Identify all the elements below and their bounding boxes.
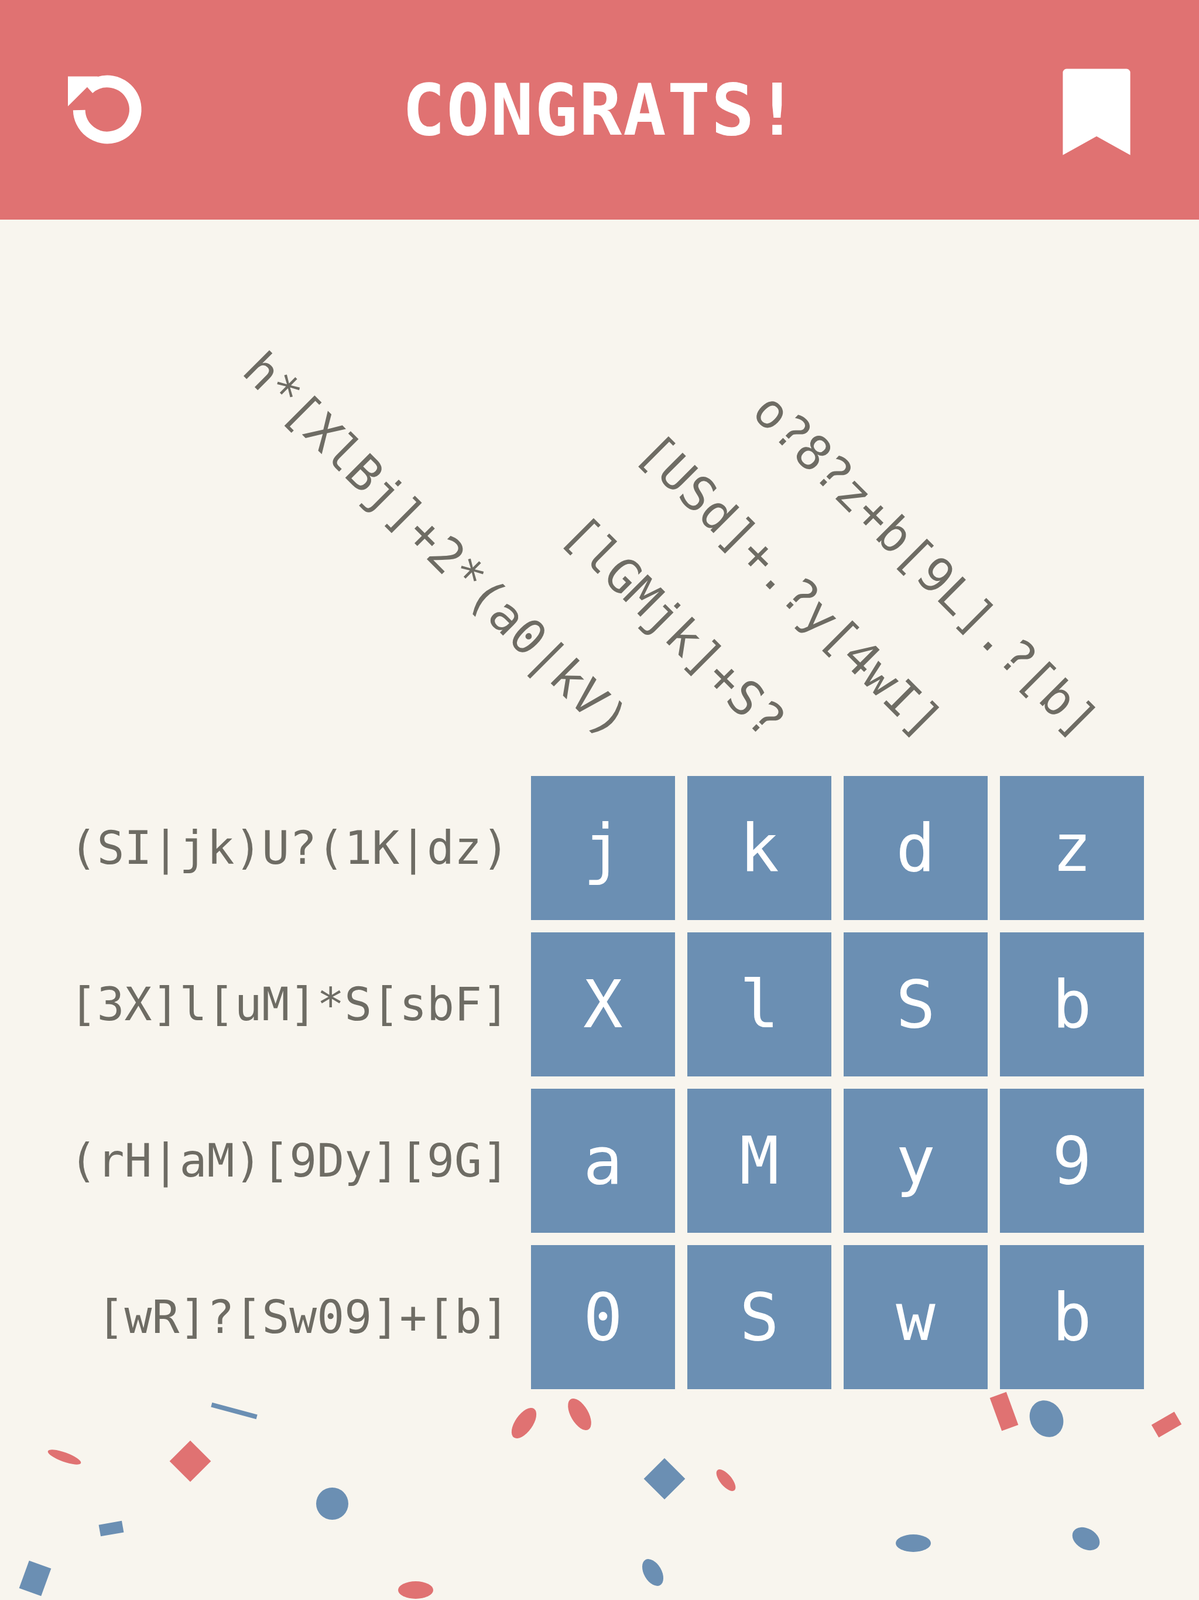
row-clue: (rH|aM)[9Dy][9G] xyxy=(0,1088,519,1233)
confetti-piece xyxy=(713,1465,739,1494)
confetti-piece xyxy=(210,1402,258,1419)
confetti-piece xyxy=(563,1394,596,1434)
confetti-piece xyxy=(506,1403,542,1442)
confetti-piece xyxy=(638,1554,668,1589)
grid-cell[interactable]: X xyxy=(531,932,676,1077)
grid-cell[interactable]: l xyxy=(687,932,832,1077)
puzzle-board: h*[XlBj]+2*(a0|kV)[lGMjk]+S?[USd]+.?y[4w… xyxy=(0,219,1199,1389)
confetti-piece xyxy=(643,1457,686,1500)
title: CONGRATS! xyxy=(402,68,800,152)
confetti-piece xyxy=(316,1487,349,1520)
row-clue: [wR]?[Sw09]+[b] xyxy=(0,1244,519,1389)
grid-cell[interactable]: j xyxy=(531,775,676,920)
confetti-piece xyxy=(98,1520,125,1537)
column-clue: [USd]+.?y[4wI] xyxy=(629,425,950,746)
row-clue: (SI|jk)U?(1K|dz) xyxy=(0,775,519,920)
column-clue-slot: h*[XlBj]+2*(a0|kV) xyxy=(531,219,676,764)
confetti-piece xyxy=(46,1446,83,1468)
grid-cell[interactable]: a xyxy=(531,1088,676,1233)
grid-cell[interactable]: y xyxy=(843,1088,988,1233)
confetti-piece xyxy=(1022,1393,1070,1444)
grid-cell[interactable]: S xyxy=(687,1244,832,1389)
confetti-piece xyxy=(895,1533,931,1552)
puzzle-page: CONGRATS! h*[XlBj]+2*(a0|kV)[lGMjk]+S?[U… xyxy=(0,0,1199,1600)
grid-cell[interactable]: z xyxy=(999,775,1144,920)
grid-cell[interactable]: S xyxy=(843,932,988,1077)
row-clue: [3X]l[uM]*S[sbF] xyxy=(0,932,519,1077)
restart-button[interactable] xyxy=(55,60,156,160)
grid-cell[interactable]: M xyxy=(687,1088,832,1233)
grid-cell[interactable]: 0 xyxy=(531,1244,676,1389)
bookmark-button[interactable] xyxy=(1046,60,1147,160)
grid-cell[interactable]: k xyxy=(687,775,832,920)
grid-cell[interactable]: d xyxy=(843,775,988,920)
confetti-piece xyxy=(1151,1410,1182,1437)
header-bar: CONGRATS! xyxy=(0,0,1199,220)
board-corner xyxy=(0,219,519,764)
confetti-piece xyxy=(169,1440,212,1482)
confetti-piece xyxy=(398,1580,434,1599)
grid-cell[interactable]: b xyxy=(999,932,1144,1077)
grid-cell[interactable]: b xyxy=(999,1244,1144,1389)
confetti-piece xyxy=(989,1391,1019,1431)
grid-cell[interactable]: 9 xyxy=(999,1088,1144,1233)
grid-cell[interactable]: w xyxy=(843,1244,988,1389)
confetti-piece xyxy=(1068,1522,1105,1555)
bookmark-icon xyxy=(1049,63,1144,157)
restart-icon xyxy=(58,63,153,157)
column-clue-slot: o?8?z+b[9L].?[b] xyxy=(999,219,1144,764)
confetti-piece xyxy=(19,1560,52,1596)
